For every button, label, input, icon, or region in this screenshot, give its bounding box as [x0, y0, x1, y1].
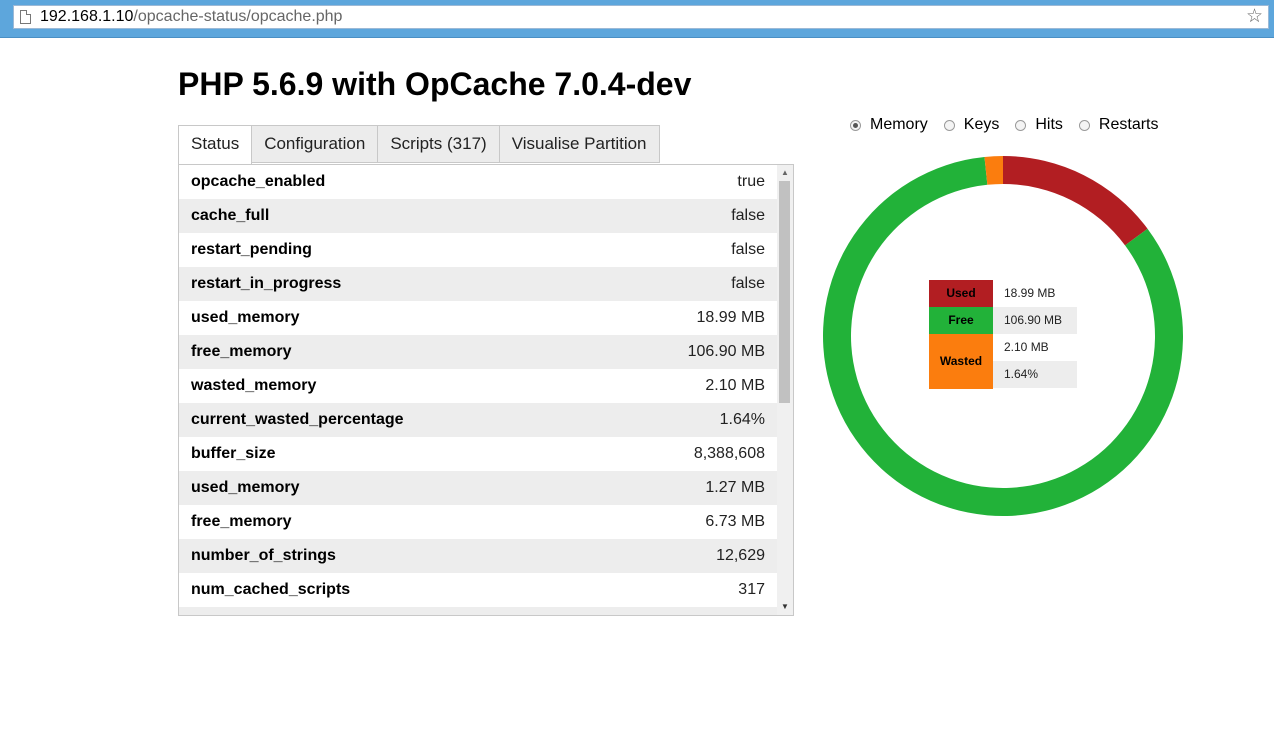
- table-row: num_cached_scripts 317: [179, 573, 777, 607]
- row-key: opcache_enabled: [191, 173, 326, 190]
- slice-wasted: [984, 156, 1003, 185]
- table-row: number_of_strings 12,629: [179, 539, 777, 573]
- tab-visualise-partition[interactable]: Visualise Partition: [499, 125, 660, 163]
- radio-memory[interactable]: Memory: [850, 116, 928, 134]
- page-icon: [20, 10, 31, 24]
- url-path: /opcache-status/opcache.php: [133, 8, 343, 25]
- row-key: free_memory: [191, 513, 292, 530]
- row-key: restart_in_progress: [191, 275, 342, 292]
- star-icon[interactable]: ☆: [1246, 6, 1263, 28]
- tab-configuration[interactable]: Configuration: [252, 125, 379, 163]
- legend-value-wasted-percent: 1.64%: [993, 361, 1077, 388]
- row-value: 8,388,608: [693, 445, 765, 462]
- table-row: used_memory 1.27 MB: [179, 471, 777, 505]
- url-host: 192.168.1.10: [40, 8, 134, 25]
- row-key: number_of_strings: [191, 547, 336, 564]
- radio-keys[interactable]: Keys: [943, 116, 1000, 134]
- radio-label: Keys: [963, 116, 1000, 133]
- row-key: wasted_memory: [191, 377, 317, 394]
- row-value: 6.73 MB: [705, 513, 765, 530]
- row-key: used_memory: [191, 309, 300, 326]
- legend-key-free: Free: [929, 307, 993, 334]
- scroll-up-arrow-icon[interactable]: ▲: [777, 168, 793, 178]
- legend-value-free: 106.90 MB: [993, 307, 1077, 334]
- row-value: true: [737, 173, 765, 190]
- row-value: false: [731, 241, 765, 258]
- table-row: cache_full false: [179, 199, 777, 233]
- status-table: opcache_enabled true cache_full false rest…: [179, 165, 777, 615]
- slice-used: [1003, 156, 1148, 246]
- radio-hits[interactable]: Hits: [1015, 116, 1063, 134]
- radio-label: Memory: [870, 116, 928, 133]
- radio-label: Restarts: [1098, 116, 1159, 133]
- row-key: cache_full: [191, 207, 270, 224]
- radio-unchecked-icon[interactable]: [1078, 119, 1090, 131]
- status-panel: opcache_enabled true cache_full false rest…: [178, 164, 794, 616]
- legend-value-used: 18.99 MB: [1004, 286, 1056, 300]
- row-key: free_memory: [191, 343, 292, 360]
- row-value: 1.27 MB: [705, 479, 765, 496]
- table-row: free_memory 6.73 MB: [179, 505, 777, 539]
- row-key: current_wasted_percentage: [191, 411, 404, 428]
- row-value: 18.99 MB: [696, 309, 765, 326]
- browser-toolbar: 192.168.1.10/opcache-status/opcache.php …: [0, 0, 1274, 38]
- table-row: wasted_memory 2.10 MB: [179, 369, 777, 403]
- address-bar[interactable]: 192.168.1.10/opcache-status/opcache.php …: [13, 5, 1269, 29]
- page-title: PHP 5.6.9 with OpCache 7.0.4-dev: [178, 66, 692, 102]
- row-value: 12,629: [716, 547, 765, 564]
- table-row: opcache_enabled true: [179, 165, 777, 199]
- legend-value-wasted: 2.10 MB: [1004, 340, 1049, 354]
- legend-key-wasted: Wasted: [929, 334, 993, 389]
- row-value: 1.64%: [719, 411, 765, 428]
- table-row: free_memory 106.90 MB: [179, 335, 777, 369]
- table-row: [179, 607, 777, 615]
- row-value: false: [731, 207, 765, 224]
- row-value: 317: [738, 581, 765, 598]
- radio-checked-icon[interactable]: [850, 119, 861, 131]
- radio-label: Hits: [1035, 116, 1063, 133]
- row-value: 2.10 MB: [705, 377, 765, 394]
- table-row: current_wasted_percentage 1.64%: [179, 403, 777, 437]
- radio-unchecked-icon[interactable]: [1015, 119, 1027, 131]
- table-row: buffer_size 8,388,608: [179, 437, 777, 471]
- url-text[interactable]: 192.168.1.10/opcache-status/opcache.php: [40, 8, 342, 26]
- row-value: 106.90 MB: [687, 343, 765, 360]
- row-value: false: [731, 275, 765, 292]
- radio-restarts[interactable]: Restarts: [1078, 116, 1159, 134]
- legend-values-wasted: 2.10 MB 1.64%: [993, 334, 1077, 389]
- row-key: num_cached_scripts: [191, 581, 351, 598]
- radio-unchecked-icon[interactable]: [943, 119, 955, 131]
- chart-selector: Memory Keys Hits Restarts: [850, 116, 1175, 134]
- table-row: used_memory 18.99 MB: [179, 301, 777, 335]
- legend-row-used: Used 18.99 MB: [929, 280, 1077, 307]
- scrollbar-thumb[interactable]: [779, 181, 790, 403]
- scroll-down-arrow-icon[interactable]: ▼: [777, 602, 793, 612]
- legend-row-wasted: Wasted 2.10 MB 1.64%: [929, 334, 1077, 389]
- table-row: restart_in_progress false: [179, 267, 777, 301]
- row-key: buffer_size: [191, 445, 276, 462]
- table-row: restart_pending false: [179, 233, 777, 267]
- legend-row-free: Free 106.90 MB: [929, 307, 1077, 334]
- tab-status[interactable]: Status: [178, 125, 253, 165]
- legend-key-used: Used: [929, 280, 993, 307]
- row-key: used_memory: [191, 479, 300, 496]
- row-key: restart_pending: [191, 241, 312, 258]
- tab-scripts[interactable]: Scripts (317): [378, 125, 500, 163]
- scrollbar[interactable]: ▲ ▼: [777, 165, 793, 615]
- tab-bar: Status Configuration Scripts (317) Visua…: [178, 125, 660, 165]
